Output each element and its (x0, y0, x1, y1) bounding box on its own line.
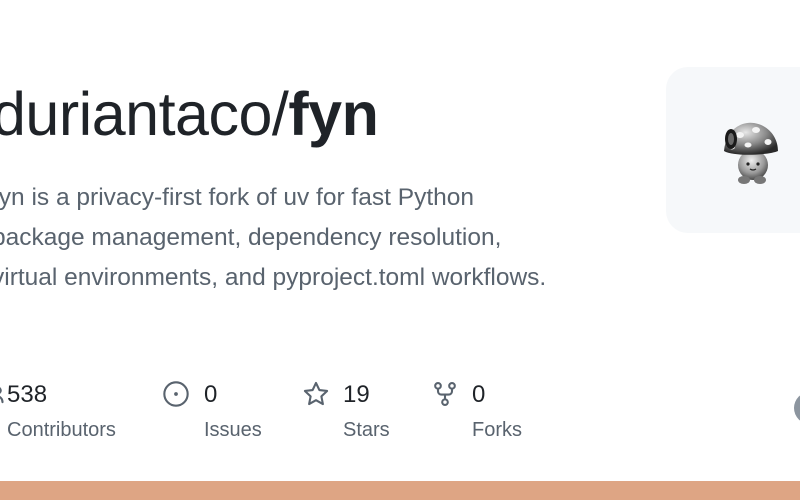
social-preview-card: duriantaco/fyn fyn is a privacy-first fo… (0, 0, 800, 500)
stars-count: 19 (343, 381, 370, 408)
issues-label: Issues (204, 419, 262, 441)
repo-description: fyn is a privacy-first fork of uv for fa… (0, 178, 632, 298)
contributors-label: Contributors (7, 419, 116, 441)
mushroom-charm-icon (724, 122, 778, 184)
description-line-2: package management, dependency resolutio… (0, 224, 502, 251)
repo-separator: / (271, 80, 289, 148)
stars-label: Stars (343, 419, 390, 441)
issues-count: 0 (204, 381, 218, 408)
forks-label: Forks (472, 419, 522, 441)
description-line-3: virtual environments, and pyproject.toml… (0, 264, 547, 291)
owner-avatar[interactable] (666, 67, 800, 233)
side-indicator-dot (794, 392, 800, 424)
repo-name[interactable]: fyn (288, 80, 379, 148)
forks-count: 0 (472, 381, 486, 408)
repo-owner[interactable]: duriantaco (0, 80, 272, 148)
description-line-1: fyn is a privacy-first fork of uv for fa… (0, 184, 474, 211)
issue-icon (163, 381, 189, 407)
contributors-count: 538 (7, 381, 48, 408)
repo-title[interactable]: duriantaco/fyn (0, 76, 379, 152)
people-icon (0, 387, 4, 404)
star-icon (303, 381, 329, 406)
fork-icon (434, 381, 456, 407)
language-color-bar (0, 481, 800, 500)
